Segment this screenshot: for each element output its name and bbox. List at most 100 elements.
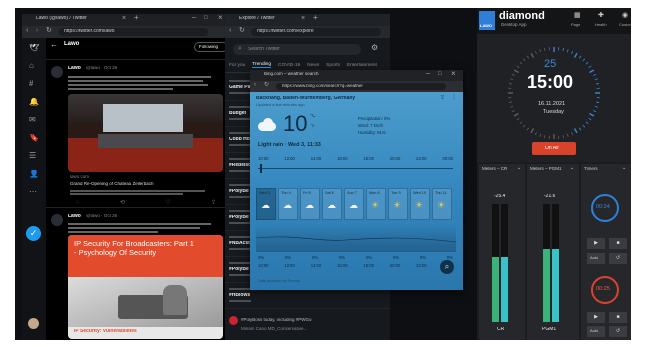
- follow-button[interactable]: Following: [194, 42, 228, 52]
- time-slider-handle[interactable]: [260, 164, 262, 173]
- timer-1-controls: ▶ ■: [587, 238, 627, 249]
- home-icon[interactable]: ⌂: [29, 62, 34, 71]
- minimize-icon[interactable]: –: [426, 70, 430, 78]
- twitter-titlebar: Lawo (@lawo) / Twitter × + – □ ×: [22, 14, 232, 26]
- tweet-image-studio[interactable]: [68, 94, 223, 172]
- day-card[interactable]: Wed 3 ☁: [256, 188, 276, 220]
- diamond-nav: ▦ Page ✚ Health ◉ Custom: [571, 12, 631, 30]
- back-arrow-icon[interactable]: ←: [50, 41, 58, 50]
- reload-icon[interactable]: ↻: [239, 27, 245, 35]
- url-field[interactable]: https://www.bing.com/search?q=weather: [276, 83, 446, 90]
- profile-icon[interactable]: 👤: [29, 170, 39, 179]
- tweet[interactable]: Lawo @lawo · Oct 28 lawo.com Grand Re-Op…: [46, 60, 232, 208]
- tab-sports[interactable]: Sports: [326, 63, 340, 68]
- reload-icon[interactable]: ↻: [264, 82, 269, 89]
- clock-tick: [519, 121, 523, 125]
- nav-health[interactable]: ✚ Health: [595, 12, 609, 30]
- maximize-icon[interactable]: □: [204, 15, 208, 22]
- back-icon[interactable]: ‹: [229, 27, 231, 35]
- meter-bar-left: [543, 204, 550, 322]
- tab-title[interactable]: Bing.com – weather search: [264, 72, 344, 77]
- unit-celsius[interactable]: °C: [310, 114, 316, 120]
- new-tab-icon[interactable]: +: [134, 14, 139, 23]
- day-label: Thu 11: [435, 191, 447, 195]
- window-close-icon[interactable]: ×: [218, 14, 223, 23]
- messages-icon[interactable]: ✉: [29, 116, 36, 125]
- minimize-icon[interactable]: –: [192, 14, 196, 22]
- twitter-icon[interactable]: 🕊: [29, 44, 39, 53]
- sun-icon: ☀: [437, 201, 446, 210]
- share-icon[interactable]: ⇪: [211, 199, 216, 206]
- tweet[interactable]: Lawo @lawo · Oct 26 diamond IP Security …: [46, 208, 232, 340]
- close-icon[interactable]: ×: [122, 15, 126, 23]
- back-icon[interactable]: ‹: [26, 27, 28, 35]
- window-close-icon[interactable]: ×: [451, 70, 456, 79]
- new-tab-icon[interactable]: +: [313, 14, 318, 23]
- auto-button[interactable]: Auto: [587, 253, 605, 264]
- day-card[interactable]: Sat 6 ☁: [322, 188, 342, 220]
- trend-footer[interactable]: #PolyBoss today, including #PWGo Miriam …: [229, 314, 387, 338]
- play-button[interactable]: ▶: [587, 312, 605, 323]
- reset-button[interactable]: ↺: [609, 326, 627, 337]
- nav-page[interactable]: ▦ Page: [571, 12, 585, 30]
- daily-forecast: Wed 3 ☁ Thu 4 ☁ Fri 5 ☁ Sat 6 ☁ Sun 7 ☁ Mon 8 ☀ Tue …: [256, 188, 456, 220]
- maximize-icon[interactable]: □: [438, 71, 442, 78]
- explore-icon[interactable]: #: [29, 80, 33, 89]
- more-icon[interactable]: ⋯: [29, 188, 37, 197]
- day-card[interactable]: Wed 10 ☀: [410, 188, 430, 220]
- tab-entertainment[interactable]: Entertainment: [347, 63, 377, 68]
- more-icon[interactable]: ⋮: [451, 94, 457, 101]
- url-field[interactable]: https://twitter.com/explore: [251, 28, 381, 36]
- clock-tick: [589, 69, 595, 74]
- tab-title[interactable]: Explore / Twitter: [239, 16, 299, 22]
- stop-button[interactable]: ■: [609, 238, 627, 249]
- tab-for-you[interactable]: For you: [229, 63, 245, 68]
- forward-icon[interactable]: ›: [36, 27, 38, 35]
- day-card[interactable]: Thu 4 ☁: [278, 188, 298, 220]
- clock-tick: [516, 117, 520, 121]
- on-air-button[interactable]: On Air: [532, 142, 576, 155]
- play-button[interactable]: ▶: [587, 238, 605, 249]
- search-input[interactable]: ⌕ Search Twitter: [233, 44, 361, 55]
- tab-trending[interactable]: Trending: [252, 62, 272, 68]
- nav-custom[interactable]: ◉ Custom: [619, 12, 631, 30]
- bookmarks-icon[interactable]: 🔖: [29, 134, 39, 143]
- chevron-down-icon[interactable]: ⌄: [570, 166, 574, 172]
- temperature-curve: [256, 236, 456, 243]
- diamond-app: LAWO diamond Desktop App ▦ Page ✚ Health ◉ Cu…: [477, 8, 631, 340]
- hour-label: 00:00: [442, 156, 453, 161]
- day-card[interactable]: Fri 5 ☁: [300, 188, 320, 220]
- lists-icon[interactable]: ☰: [29, 152, 36, 161]
- like-icon[interactable]: ♡: [165, 199, 170, 206]
- meter-title: Meters – CR: [482, 167, 508, 171]
- reload-icon[interactable]: ↻: [46, 27, 52, 35]
- day-card[interactable]: Thu 11 ☀: [432, 188, 452, 220]
- day-card[interactable]: Tue 9 ☀: [388, 188, 408, 220]
- link-title[interactable]: Grand Re-Opening of Chateau Zellerbach: [70, 182, 154, 187]
- day-card[interactable]: Mon 8 ☀: [366, 188, 386, 220]
- card-caption: IP Security: Vulnerabilities: [74, 329, 137, 334]
- close-icon[interactable]: ×: [301, 15, 305, 23]
- chevron-down-icon[interactable]: ⌄: [517, 166, 521, 172]
- link-card[interactable]: diamond IP Security For Broadcasters: Pa…: [68, 235, 223, 339]
- tab-news[interactable]: News: [307, 63, 319, 68]
- url-field[interactable]: https://twitter.com/lawo: [58, 28, 208, 36]
- chevron-down-icon[interactable]: ⌄: [622, 166, 626, 172]
- unit-fahrenheit[interactable]: °F: [310, 124, 315, 130]
- stop-button[interactable]: ■: [609, 312, 627, 323]
- day-card[interactable]: Sun 7 ☁: [344, 188, 364, 220]
- back-icon[interactable]: ‹: [254, 82, 256, 89]
- search-icon[interactable]: ⌕: [440, 260, 454, 274]
- settings-icon[interactable]: ⚙: [371, 44, 378, 53]
- reset-button[interactable]: ↺: [609, 253, 627, 264]
- avatar[interactable]: [28, 318, 39, 329]
- weather-titlebar: Bing.com – weather search – □ ×: [250, 70, 463, 81]
- tab-title[interactable]: Lawo (@lawo) / Twitter: [36, 16, 136, 22]
- reply-icon[interactable]: ◌: [76, 200, 80, 206]
- share-icon[interactable]: ⇪: [440, 95, 445, 102]
- notifications-icon[interactable]: 🔔: [29, 98, 39, 107]
- compose-icon[interactable]: ✓: [26, 226, 41, 241]
- tab-covid-19[interactable]: COVID-19: [278, 63, 300, 68]
- auto-button[interactable]: Auto: [587, 326, 605, 337]
- retweet-icon[interactable]: ⟲: [120, 199, 125, 206]
